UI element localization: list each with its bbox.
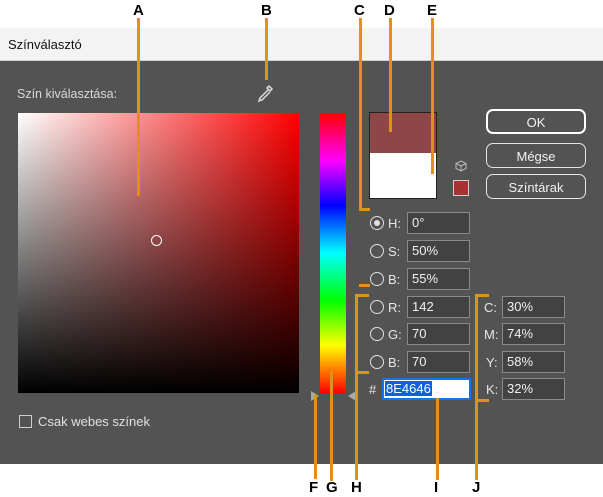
annotation-h: H — [351, 479, 362, 496]
green-input[interactable]: 70 — [407, 323, 470, 345]
callout-line-d — [389, 18, 392, 132]
window-title: Színválasztó — [8, 37, 82, 52]
cancel-button[interactable]: Mégse — [486, 143, 586, 168]
web-colors-only-checkbox[interactable] — [19, 415, 32, 428]
blue-radio[interactable] — [370, 355, 384, 369]
hue-input[interactable]: 0° — [407, 212, 470, 234]
select-color-label: Szín kiválasztása: — [17, 87, 118, 101]
ok-button[interactable]: OK — [486, 109, 586, 134]
hex-value: 8E4646 — [385, 381, 432, 396]
callout-line-h-top — [355, 294, 369, 297]
red-input[interactable]: 142 — [407, 296, 470, 318]
saturation-label: S: — [388, 244, 401, 259]
brightness-label: B: — [388, 272, 401, 287]
black-label: K: — [486, 382, 499, 397]
annotation-d: D — [384, 2, 395, 19]
hue-label: H: — [388, 216, 401, 231]
red-radio[interactable] — [370, 300, 384, 314]
hue-slider[interactable] — [320, 113, 346, 393]
previous-color-swatch[interactable] — [369, 153, 437, 199]
callout-line-f — [314, 395, 317, 479]
green-radio[interactable] — [370, 327, 384, 341]
new-color-swatch — [369, 112, 437, 153]
callout-line-h-vertical — [355, 296, 358, 480]
cyan-label: C: — [484, 300, 497, 315]
annotation-i: I — [434, 479, 439, 496]
annotation-f: F — [309, 479, 319, 496]
web-colors-only-label: Csak webes színek — [38, 414, 150, 429]
saturation-radio[interactable] — [370, 244, 384, 258]
swatches-button[interactable]: Színtárak — [486, 174, 586, 199]
annotation-e: E — [427, 2, 438, 19]
gamut-warning-swatch[interactable] — [453, 180, 469, 196]
callout-line-e — [431, 18, 434, 174]
cyan-input[interactable]: 30% — [502, 296, 565, 318]
yellow-input[interactable]: 58% — [502, 351, 565, 373]
callout-line-c-top — [359, 208, 370, 211]
callout-line-g — [330, 371, 333, 481]
callout-line-c-vertical — [359, 18, 362, 210]
callout-line-j-top — [475, 294, 489, 297]
annotation-g: G — [326, 479, 338, 496]
blue-input[interactable]: 70 — [407, 351, 470, 373]
annotation-j: J — [472, 479, 481, 496]
callout-line-j-vertical — [475, 294, 478, 480]
green-label: G: — [388, 327, 402, 342]
saturation-input[interactable]: 50% — [407, 240, 470, 262]
red-label: R: — [388, 300, 401, 315]
annotation-b: B — [261, 2, 272, 19]
yellow-label: Y: — [486, 355, 498, 370]
magenta-label: M: — [484, 327, 499, 342]
callout-line-c-bottom — [359, 284, 370, 287]
eyedropper-icon[interactable] — [256, 84, 274, 104]
callout-line-a — [137, 18, 140, 196]
hue-radio[interactable] — [370, 216, 384, 230]
color-field-cursor[interactable] — [151, 235, 162, 246]
magenta-input[interactable]: 74% — [502, 323, 565, 345]
brightness-radio[interactable] — [370, 272, 384, 286]
cube-icon[interactable] — [455, 160, 467, 172]
callout-line-i — [436, 398, 439, 480]
brightness-input[interactable]: 55% — [407, 268, 470, 290]
callout-line-h-bottom — [355, 371, 369, 374]
saturation-brightness-field[interactable] — [18, 113, 299, 393]
black-input[interactable]: 32% — [502, 378, 565, 400]
annotation-c: C — [354, 2, 365, 19]
callout-line-j-bottom — [475, 399, 489, 402]
annotation-a: A — [133, 2, 144, 19]
hex-prefix: # — [369, 382, 377, 397]
blue-label: B: — [388, 355, 401, 370]
hex-input[interactable]: 8E4646 — [382, 378, 471, 400]
title-bar: Színválasztó — [0, 28, 603, 61]
callout-line-b — [265, 18, 268, 80]
